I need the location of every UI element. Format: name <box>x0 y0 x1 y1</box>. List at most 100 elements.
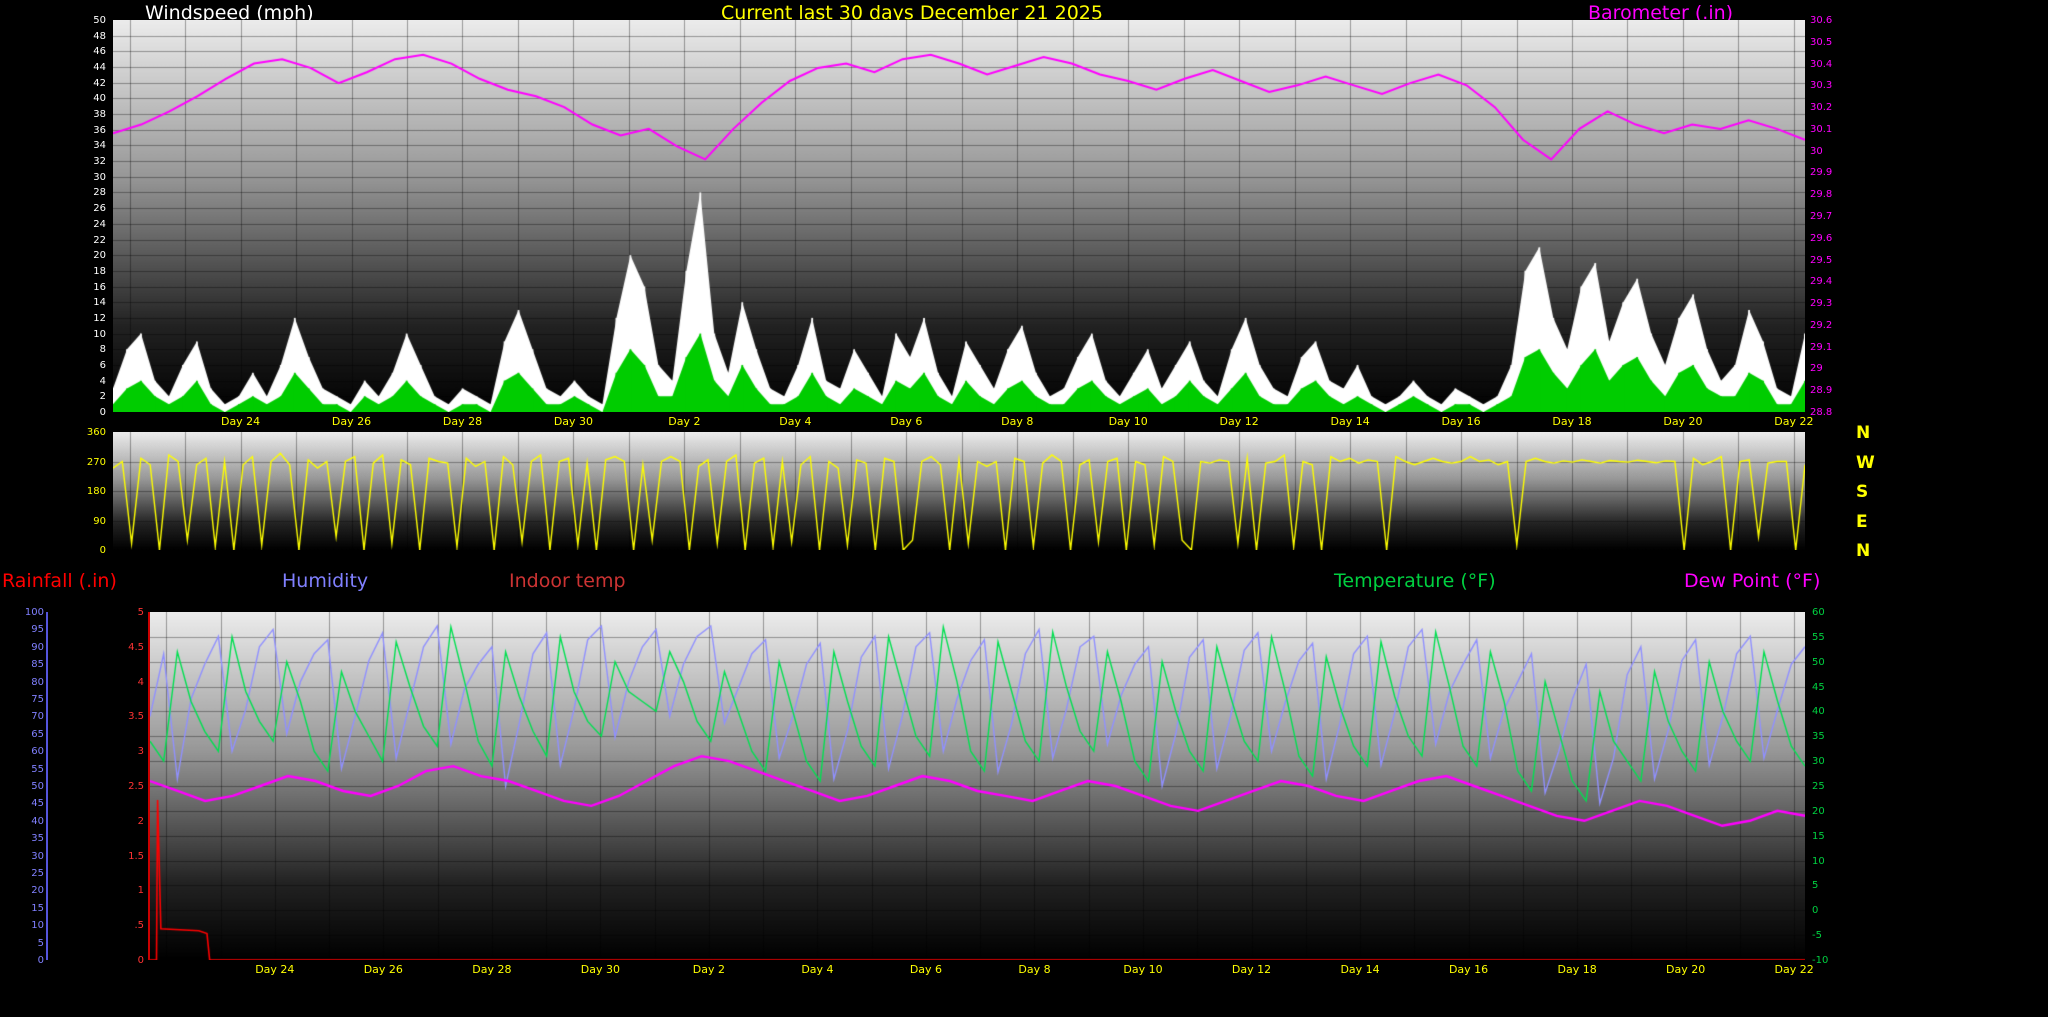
tick-label: 90 <box>12 642 44 653</box>
tick-label: 44 <box>58 62 106 73</box>
tick-label: 40 <box>58 93 106 104</box>
tick-label: 48 <box>58 31 106 42</box>
wind-direction-chart <box>113 432 1805 550</box>
tick-label: N <box>1856 546 1886 557</box>
windspeed-y-axis: 5048464442403836343230282624222018161412… <box>58 15 106 407</box>
tick-label: 30 <box>58 172 106 183</box>
x-axis-day-label: Day 26 <box>332 415 371 428</box>
tick-label: 29.1 <box>1810 342 1870 353</box>
x-axis-day-label: Day 24 <box>221 415 260 428</box>
tick-label: 12 <box>58 313 106 324</box>
tick-label: 20 <box>1812 806 1862 817</box>
tick-label: 4 <box>58 376 106 387</box>
tick-label: 45 <box>1812 682 1862 693</box>
tick-label: E <box>1856 517 1886 528</box>
tick-label: 80 <box>12 677 44 688</box>
tick-label: 30 <box>1812 756 1862 767</box>
x-axis-day-label: Day 18 <box>1552 415 1591 428</box>
tick-label: 2 <box>58 391 106 402</box>
tick-label: 2.5 <box>106 781 144 792</box>
tick-label: 29.5 <box>1810 255 1870 266</box>
tick-label: .5 <box>106 920 144 931</box>
tick-label: 4.5 <box>106 642 144 653</box>
tick-label: 26 <box>58 203 106 214</box>
tick-label: 55 <box>1812 632 1862 643</box>
temperature-y-axis: 605550454035302520151050-5-10 <box>1812 607 1862 955</box>
tick-label: 4 <box>106 677 144 688</box>
tick-label: 50 <box>58 15 106 26</box>
tick-label: 38 <box>58 109 106 120</box>
humidity-axis-line <box>46 612 48 960</box>
tick-label: 20 <box>58 250 106 261</box>
tick-label: 24 <box>58 219 106 230</box>
x-axis-day-label: Day 20 <box>1666 963 1705 976</box>
tick-label: 32 <box>58 156 106 167</box>
rainfall-axis-line <box>148 612 150 960</box>
x-axis-day-label: Day 2 <box>668 415 700 428</box>
tick-label: 95 <box>12 624 44 635</box>
x-axis-day-label: Day 8 <box>1018 963 1050 976</box>
rainfall-axis-title: Rainfall (.in) <box>2 570 117 592</box>
tick-label: 29.3 <box>1810 298 1870 309</box>
tick-label: 5 <box>106 607 144 618</box>
tick-label: 29.9 <box>1810 167 1870 178</box>
tick-label: 25 <box>1812 781 1862 792</box>
tick-label: 70 <box>12 711 44 722</box>
x-axis-day-label: Day 22 <box>1774 415 1813 428</box>
x-axis-day-label: Day 12 <box>1232 963 1271 976</box>
x-axis-day-label: Day 26 <box>364 963 403 976</box>
tick-label: 42 <box>58 78 106 89</box>
tick-label: 8 <box>58 344 106 355</box>
tick-label: 0 <box>58 545 106 556</box>
tick-label: 65 <box>12 729 44 740</box>
tick-label: 30.6 <box>1810 15 1870 26</box>
tick-label: 75 <box>12 694 44 705</box>
tick-label: 20 <box>12 885 44 896</box>
x-axis-day-label: Day 28 <box>443 415 482 428</box>
tick-label: 34 <box>58 140 106 151</box>
humidity-temperature-chart <box>150 612 1805 960</box>
barometer-y-axis: 30.630.530.430.330.230.13029.929.829.729… <box>1810 15 1870 407</box>
tick-label: 10 <box>58 329 106 340</box>
x-axis-day-label: Day 18 <box>1557 963 1596 976</box>
tick-label: 15 <box>1812 831 1862 842</box>
tick-label: 30.3 <box>1810 80 1870 91</box>
temperature-axis-title: Temperature (°F) <box>1334 570 1496 592</box>
x-axis-day-label: Day 6 <box>910 963 942 976</box>
tick-label: S <box>1856 487 1886 498</box>
tick-label: 35 <box>1812 731 1862 742</box>
tick-label: 40 <box>1812 706 1862 717</box>
tick-label: 29.8 <box>1810 189 1870 200</box>
tick-label: -10 <box>1812 955 1862 966</box>
tick-label: 10 <box>1812 856 1862 867</box>
tick-label: 22 <box>58 235 106 246</box>
tick-label: 29 <box>1810 363 1870 374</box>
tick-label: 30 <box>12 851 44 862</box>
tick-label: 60 <box>12 746 44 757</box>
tick-label: 50 <box>12 781 44 792</box>
tick-label: 30.1 <box>1810 124 1870 135</box>
tick-label: 18 <box>58 266 106 277</box>
x-axis-day-label: Day 12 <box>1220 415 1259 428</box>
tick-label: 3 <box>106 746 144 757</box>
tick-label: 30.2 <box>1810 102 1870 113</box>
tick-label: 0 <box>12 955 44 966</box>
x-axis-day-label: Day 10 <box>1109 415 1148 428</box>
windspeed-barometer-chart <box>113 20 1805 412</box>
tick-label: N <box>1856 428 1886 439</box>
tick-label: 36 <box>58 125 106 136</box>
tick-label: 29.6 <box>1810 233 1870 244</box>
x-axis-day-label: Day 22 <box>1775 963 1814 976</box>
x-axis-day-label: Day 20 <box>1663 415 1702 428</box>
tick-label: 29.2 <box>1810 320 1870 331</box>
tick-label: 28.9 <box>1810 385 1870 396</box>
tick-label: 15 <box>12 903 44 914</box>
tick-label: 28.8 <box>1810 407 1870 418</box>
x-axis-day-label: Day 2 <box>693 963 725 976</box>
x-axis-day-label: Day 4 <box>801 963 833 976</box>
tick-label: 10 <box>12 920 44 931</box>
x-axis-day-label: Day 6 <box>890 415 922 428</box>
x-axis-day-label: Day 28 <box>472 963 511 976</box>
tick-label: 90 <box>58 516 106 527</box>
rainfall-y-axis: 54.543.532.521.51.50 <box>106 607 144 955</box>
